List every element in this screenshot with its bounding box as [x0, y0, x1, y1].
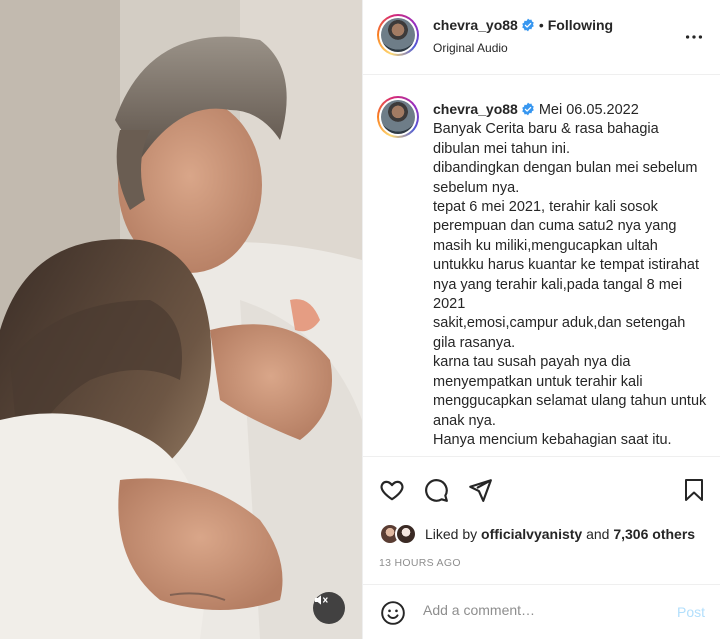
- post-media[interactable]: [0, 0, 362, 639]
- header-separator: •: [538, 17, 544, 33]
- comment-bar: Post: [363, 584, 720, 639]
- caption-section: chevra_yo88 Mei 06.05.2022 Banyak Cerita …: [363, 76, 720, 456]
- liker-avatar: [395, 523, 417, 545]
- likes-conjunction: and: [586, 526, 610, 542]
- caption-date: Mei 06.05.2022: [538, 102, 639, 118]
- likes-row: Liked by officialvyanisty and 7,306 othe…: [379, 523, 695, 545]
- comment-input[interactable]: [423, 602, 653, 618]
- bookmark-icon[interactable]: [682, 477, 706, 503]
- verified-badge-icon: [522, 102, 534, 116]
- caption-avatar[interactable]: [377, 96, 419, 138]
- post-header: chevra_yo88 • Following Original Audio: [363, 0, 720, 75]
- audio-label[interactable]: Original Audio: [433, 41, 508, 55]
- post-panel: chevra_yo88 • Following Original Audio che…: [362, 0, 720, 639]
- following-button[interactable]: Following: [548, 17, 613, 33]
- caption-username[interactable]: chevra_yo88: [433, 101, 518, 117]
- liker-avatars[interactable]: [379, 523, 417, 545]
- caption-text: Banyak Cerita baru & rasa bahagia dibula…: [433, 121, 707, 448]
- post-actions: Liked by officialvyanisty and 7,306 othe…: [363, 456, 720, 584]
- comment-icon[interactable]: [423, 477, 449, 503]
- caption-head: chevra_yo88 Mei 06.05.2022: [433, 100, 708, 120]
- likes-count[interactable]: 7,306 others: [613, 526, 695, 542]
- likes-prefix: Liked by: [425, 526, 478, 542]
- share-icon[interactable]: [467, 477, 493, 503]
- emoji-icon[interactable]: [380, 600, 406, 626]
- post-timestamp[interactable]: 13 HOURS AGO: [379, 557, 461, 569]
- author-avatar[interactable]: [377, 14, 419, 56]
- header-title-row: chevra_yo88 • Following: [433, 17, 613, 35]
- more-options-icon[interactable]: [683, 26, 705, 48]
- video-frame: [0, 0, 362, 639]
- mute-button[interactable]: [313, 592, 345, 624]
- speaker-muted-icon: [315, 595, 328, 605]
- heart-icon[interactable]: [379, 477, 405, 503]
- verified-badge-icon: [522, 18, 534, 32]
- author-username[interactable]: chevra_yo88: [433, 17, 518, 33]
- post-comment-button[interactable]: Post: [677, 604, 705, 620]
- liker-username[interactable]: officialvyanisty: [481, 526, 582, 542]
- caption-body: chevra_yo88 Mei 06.05.2022 Banyak Cerita …: [433, 100, 708, 450]
